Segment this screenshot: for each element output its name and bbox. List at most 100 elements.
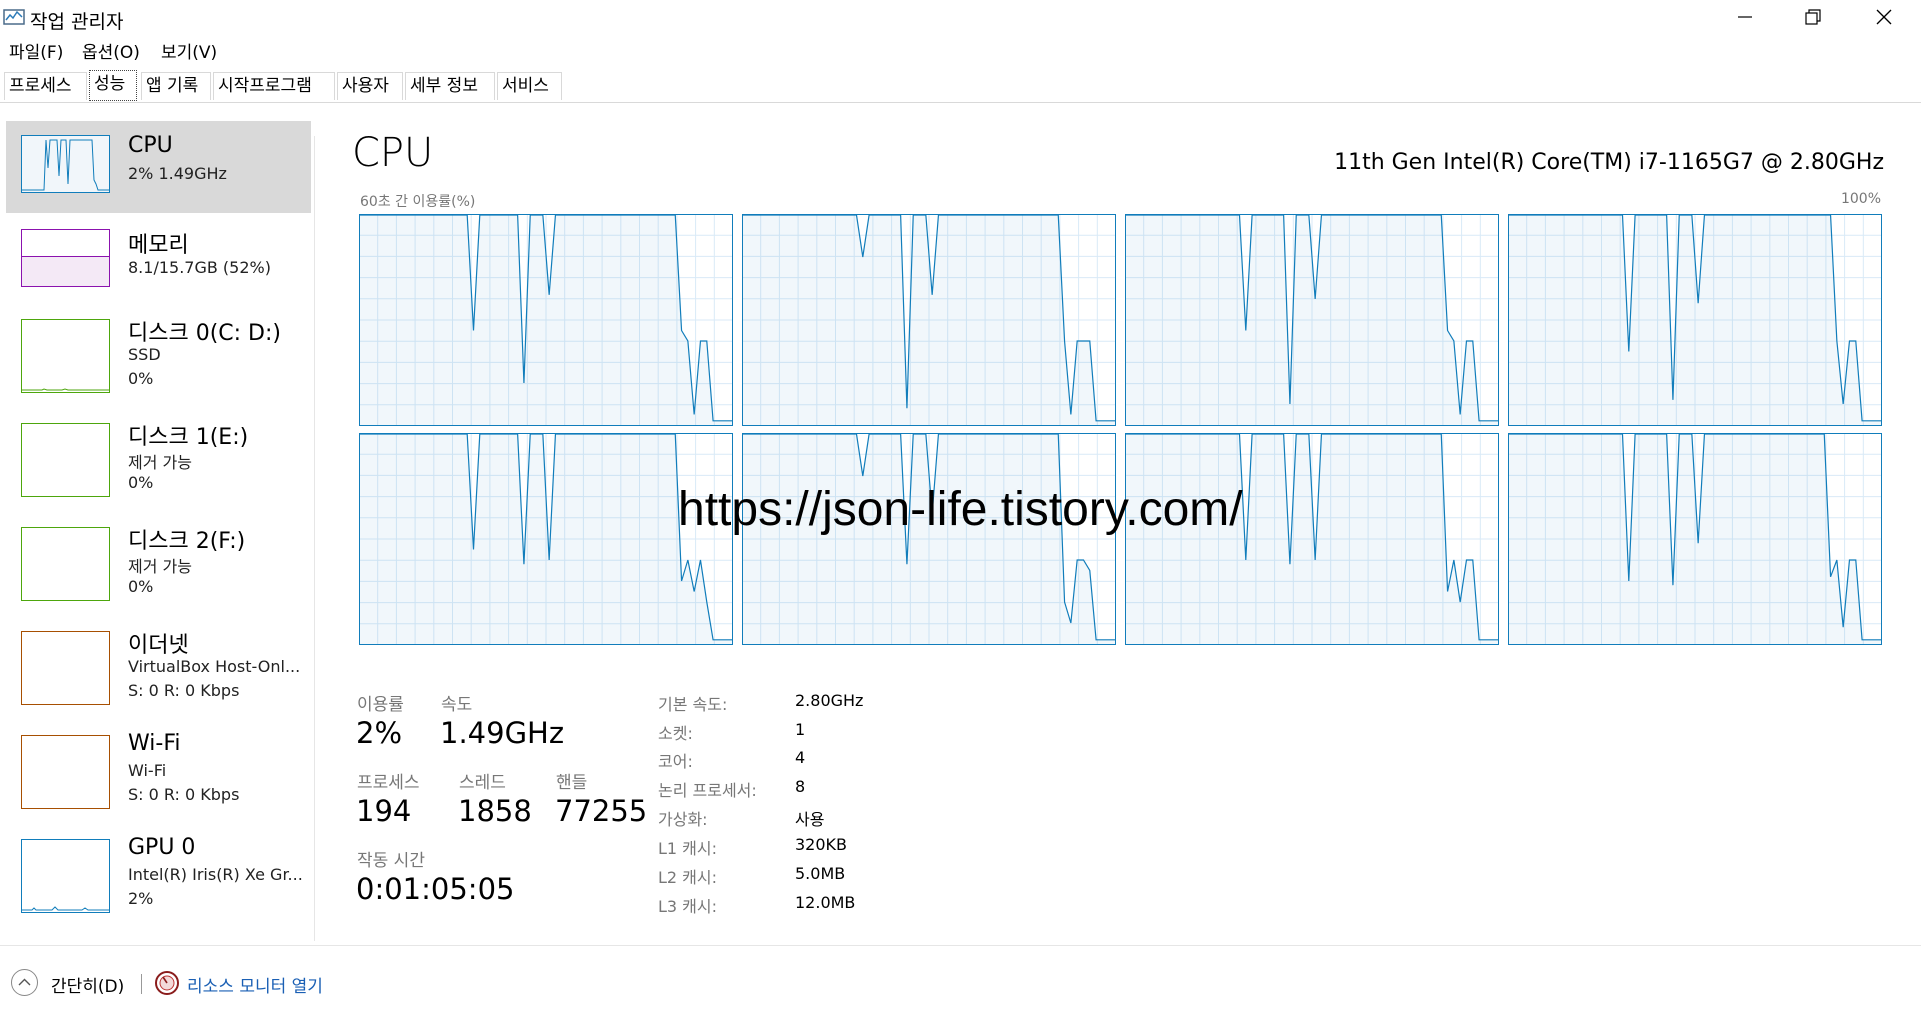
- spec-label-base-speed: 기본 속도:: [658, 695, 728, 714]
- graph-max-label: 100%: [1840, 191, 1881, 207]
- sidebar-item-title: 이더넷: [128, 633, 189, 658]
- close-icon: [1876, 9, 1892, 25]
- minimize-icon: [1738, 16, 1752, 18]
- sidebar-item-title: 디스크 1(E:): [128, 425, 249, 450]
- tab-app-history[interactable]: 앱 기록: [141, 72, 211, 100]
- wifi-thumbnail-graph: [21, 735, 110, 809]
- gpu-0-thumbnail-graph: [21, 839, 110, 913]
- speed-value: 1.49GHz: [440, 716, 565, 750]
- sidebar-item-detail: S: 0 R: 0 Kbps: [128, 681, 240, 700]
- sidebar-item-subtitle: 제거 가능: [128, 453, 192, 472]
- close-button[interactable]: [1849, 0, 1919, 34]
- processes-value: 194: [356, 794, 412, 828]
- restore-button[interactable]: [1778, 0, 1848, 34]
- sidebar-item-title: GPU 0: [128, 835, 196, 860]
- sidebar-item-gpu-0[interactable]: GPU 0 Intel(R) Iris(R) Xe Gr... 2%: [6, 825, 311, 917]
- spec-label-logical-processors: 논리 프로세서:: [658, 781, 757, 800]
- window-title: 작업 관리자: [30, 11, 124, 33]
- sidebar-item-disk-1[interactable]: 디스크 1(E:) 제거 가능 0%: [6, 409, 311, 501]
- threads-label: 스레드: [459, 773, 506, 793]
- sidebar-item-detail: 2%: [128, 889, 154, 908]
- footer-divider: [0, 945, 1921, 946]
- open-resource-monitor-link[interactable]: 리소스 모니터 열기: [154, 969, 354, 999]
- spec-value-base-speed: 2.80GHz: [795, 691, 864, 710]
- sidebar-item-title: 디스크 0(C: D:): [128, 321, 281, 346]
- threads-value: 1858: [458, 794, 532, 828]
- spec-label-l2-cache: L2 캐시:: [658, 868, 718, 887]
- menu-view[interactable]: 보기(V): [161, 38, 217, 63]
- sidebar-item-memory[interactable]: 메모리 8.1/15.7GB (52%): [6, 215, 311, 307]
- ethernet-thumbnail-graph: [21, 631, 110, 705]
- spec-label-sockets: 소켓:: [658, 724, 693, 743]
- graph-caption: 60초 간 이용률(%): [360, 194, 476, 210]
- menu-file[interactable]: 파일(F): [9, 38, 63, 63]
- spec-value-l1-cache: 320KB: [795, 835, 848, 854]
- cpu-thumbnail-graph: [21, 135, 110, 193]
- sidebar-item-cpu[interactable]: CPU 2% 1.49GHz: [6, 121, 311, 213]
- resource-sidebar: CPU 2% 1.49GHz 메모리 8.1/15.7GB (52%) 디스크 …: [0, 102, 316, 942]
- logical-processor-graphs: [359, 214, 1882, 649]
- spec-value-logical-processors: 8: [795, 777, 806, 796]
- sidebar-item-detail: 0%: [128, 577, 154, 596]
- tab-performance[interactable]: 성능: [89, 70, 137, 101]
- sidebar-item-wifi[interactable]: Wi-Fi Wi-Fi S: 0 R: 0 Kbps: [6, 721, 311, 813]
- tab-bar: 프로세스 성능 앱 기록 시작프로그램 사용자 세부 정보 서비스: [0, 64, 1921, 103]
- sidebar-item-disk-0[interactable]: 디스크 0(C: D:) SSD 0%: [6, 305, 311, 397]
- sidebar-item-detail: S: 0 R: 0 Kbps: [128, 785, 240, 804]
- footer-separator: [141, 974, 142, 994]
- task-manager-icon: [3, 9, 25, 25]
- utilization-value: 2%: [356, 716, 403, 750]
- fewer-details-label: 간단히(D): [51, 977, 125, 997]
- sidebar-item-subtitle: 2% 1.49GHz: [128, 164, 227, 183]
- logical-processor-graph: [359, 214, 733, 426]
- spec-value-cores: 4: [795, 748, 806, 767]
- tab-details[interactable]: 세부 정보: [405, 72, 495, 100]
- spec-label-l3-cache: L3 캐시:: [658, 897, 718, 916]
- sidebar-item-title: 디스크 2(F:): [128, 529, 246, 554]
- spec-label-virtualization: 가상화:: [658, 810, 708, 829]
- fewer-details-button[interactable]: 간단히(D): [11, 969, 171, 999]
- uptime-value: 0:01:05:05: [356, 872, 515, 906]
- spec-value-l3-cache: 12.0MB: [795, 893, 856, 912]
- sidebar-item-subtitle: 8.1/15.7GB (52%): [128, 258, 271, 277]
- tab-startup[interactable]: 시작프로그램: [213, 72, 335, 100]
- sidebar-divider: [314, 136, 315, 941]
- spec-value-virtualization: 사용: [795, 810, 825, 829]
- tab-processes[interactable]: 프로세스: [4, 72, 87, 100]
- memory-thumbnail-graph: [21, 229, 110, 287]
- sidebar-item-subtitle: Wi-Fi: [128, 761, 167, 780]
- sidebar-item-subtitle: SSD: [128, 345, 161, 364]
- sidebar-item-ethernet[interactable]: 이더넷 VirtualBox Host-Onl... S: 0 R: 0 Kbp…: [6, 617, 311, 709]
- sidebar-item-title: 메모리: [128, 233, 189, 258]
- logical-processor-graph: [1125, 433, 1499, 645]
- spec-value-sockets: 1: [795, 720, 806, 739]
- disk-0-thumbnail-graph: [21, 319, 110, 393]
- sidebar-item-title: Wi-Fi: [128, 731, 181, 756]
- speed-label: 속도: [441, 695, 473, 715]
- open-resource-monitor-label: 리소스 모니터 열기: [187, 977, 323, 997]
- spec-label-l1-cache: L1 캐시:: [658, 839, 718, 858]
- page-title: CPU: [352, 130, 434, 176]
- spec-value-l2-cache: 5.0MB: [795, 864, 846, 883]
- cpu-model-name: 11th Gen Intel(R) Core(TM) i7-1165G7 @ 2…: [1334, 150, 1884, 175]
- utilization-label: 이용률: [357, 695, 404, 715]
- sidebar-item-title: CPU: [128, 133, 173, 158]
- logical-processor-graph: [742, 214, 1116, 426]
- logical-processor-graph: [359, 433, 733, 645]
- spec-label-cores: 코어:: [658, 752, 693, 771]
- title-bar: 작업 관리자: [0, 0, 1921, 34]
- handles-label: 핸들: [556, 773, 588, 793]
- sidebar-item-subtitle: 제거 가능: [128, 557, 192, 576]
- tab-services[interactable]: 서비스: [497, 72, 562, 100]
- tab-users[interactable]: 사용자: [337, 72, 403, 100]
- sidebar-item-disk-2[interactable]: 디스크 2(F:) 제거 가능 0%: [6, 513, 311, 605]
- disk-1-thumbnail-graph: [21, 423, 110, 497]
- sidebar-item-subtitle: VirtualBox Host-Onl...: [128, 657, 301, 676]
- uptime-label: 작동 시간: [357, 851, 425, 871]
- disk-2-thumbnail-graph: [21, 527, 110, 601]
- menu-options[interactable]: 옵션(O): [82, 38, 140, 63]
- restore-icon: [1805, 9, 1821, 25]
- minimize-button[interactable]: [1710, 0, 1780, 34]
- chevron-up-icon: [11, 969, 38, 996]
- resource-monitor-icon: [155, 971, 179, 995]
